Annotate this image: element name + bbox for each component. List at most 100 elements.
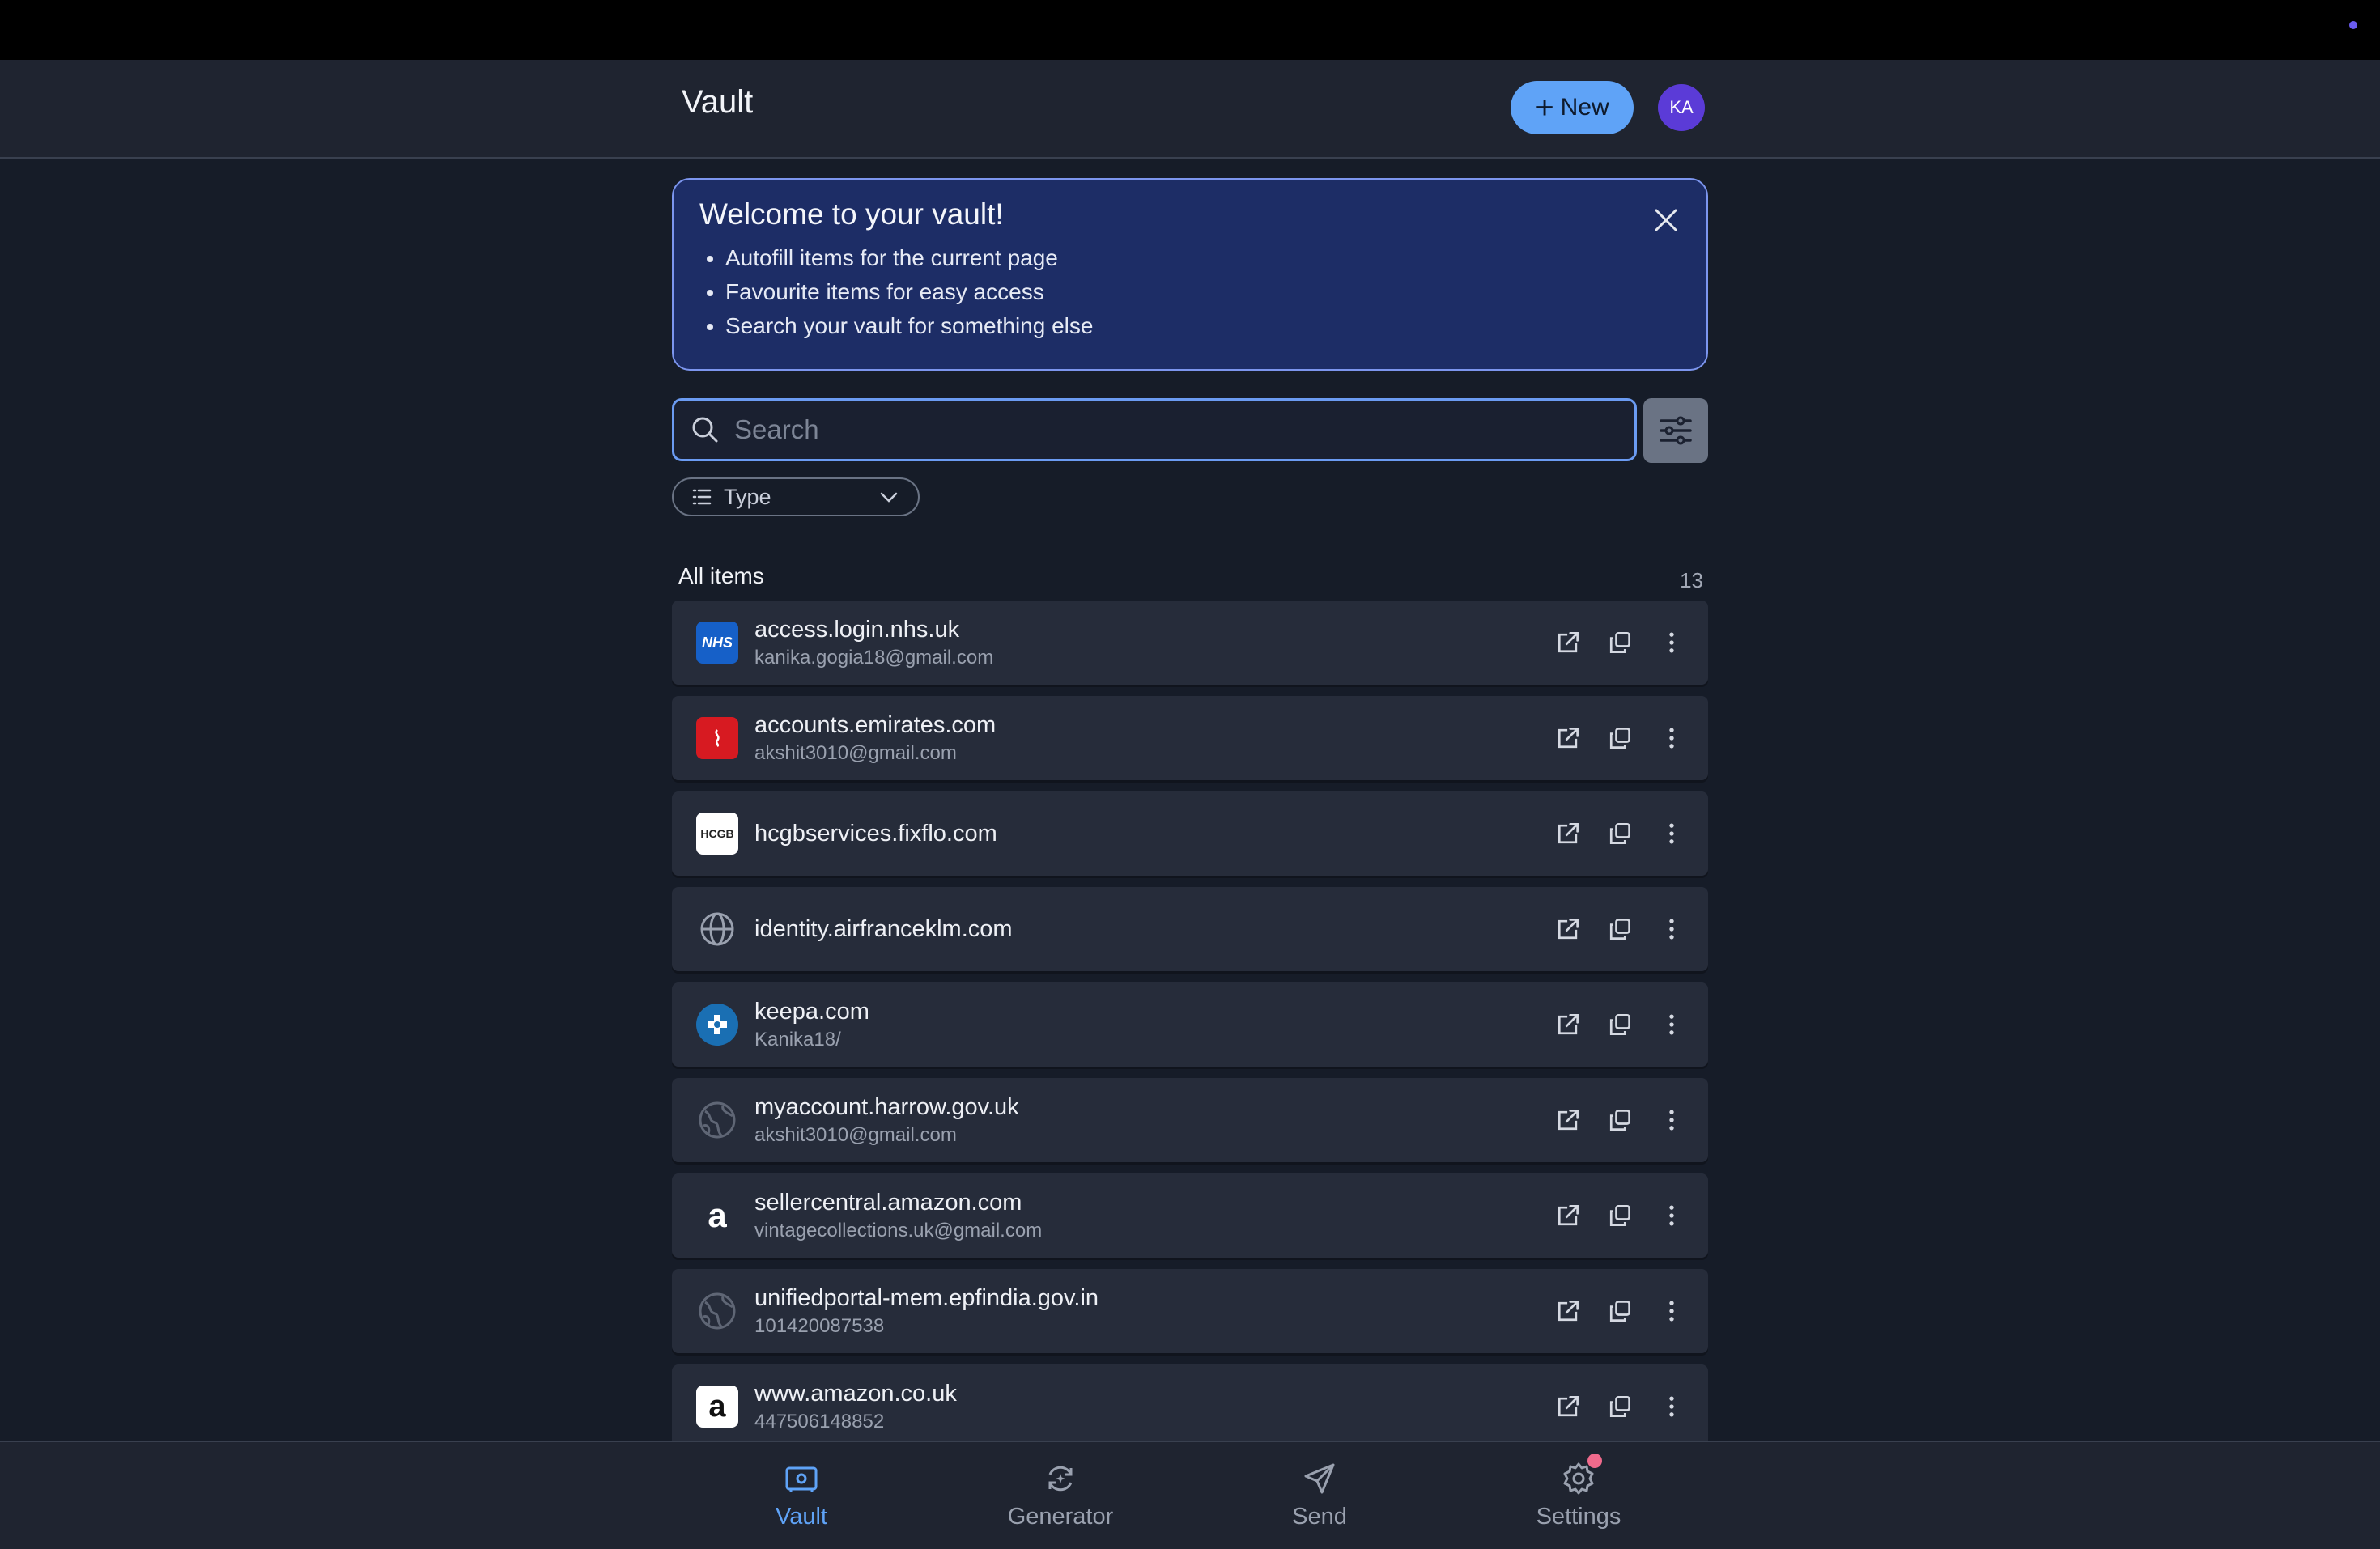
type-filter-label: Type [724, 484, 771, 509]
list-header: All items 13 [678, 563, 1703, 593]
copy-icon[interactable] [1604, 1296, 1635, 1326]
vault-item-row[interactable]: identity.airfranceklm.com [672, 887, 1708, 971]
hcgb-logo-icon: HCGB [696, 813, 738, 855]
more-options-icon[interactable] [1656, 1391, 1687, 1422]
vault-item-text: sellercentral.amazon.com vintagecollectio… [754, 1187, 1042, 1244]
vault-item-username: vintagecollections.uk@gmail.com [754, 1220, 1043, 1241]
open-link-icon[interactable] [1553, 1009, 1583, 1040]
more-options-icon[interactable] [1656, 1105, 1687, 1135]
tab-settings-label: Settings [1536, 1504, 1621, 1530]
vault-item-row[interactable]: myaccount.harrow.gov.uk akshit3010@gmail.… [672, 1078, 1708, 1162]
vault-item-row[interactable]: a www.amazon.co.uk 447506148852 [672, 1364, 1708, 1449]
plus-icon: + [1535, 90, 1554, 125]
more-options-icon[interactable] [1656, 627, 1687, 658]
vault-item-row[interactable]: unifiedportal-mem.epfindia.gov.in 1014200… [672, 1269, 1708, 1353]
vault-item-row[interactable]: a sellercentral.amazon.com vintagecollecti… [672, 1173, 1708, 1258]
vault-item-actions [1553, 1009, 1687, 1040]
vault-item-name: identity.airfranceklm.com [754, 916, 1013, 942]
globe-placeholder-icon [696, 1099, 738, 1141]
vault-item-text: myaccount.harrow.gov.uk akshit3010@gmail.… [754, 1092, 1019, 1148]
vault-item-actions [1553, 1391, 1687, 1422]
open-link-icon[interactable] [1553, 723, 1583, 753]
vault-item-name: hcgbservices.fixflo.com [754, 821, 997, 847]
vault-item-name: accounts.emirates.com [754, 712, 997, 738]
tab-send[interactable]: Send [1230, 1458, 1409, 1530]
amazon-logo-icon: a [708, 1196, 727, 1234]
more-options-icon[interactable] [1656, 818, 1687, 849]
globe-placeholder-icon [696, 1290, 738, 1332]
vault-item-username: 101420087538 [754, 1315, 885, 1337]
type-filter-dropdown[interactable]: Type [672, 477, 920, 516]
vault-item-actions [1553, 627, 1687, 658]
vault-item-row[interactable]: accounts.emirates.com akshit3010@gmail.co… [672, 696, 1708, 780]
system-top-bar [0, 0, 2380, 60]
search-input[interactable] [733, 414, 1634, 446]
vault-item-text: www.amazon.co.uk 447506148852 [754, 1378, 957, 1435]
more-options-icon[interactable] [1656, 1009, 1687, 1040]
item-count: 13 [1680, 568, 1703, 592]
open-link-icon[interactable] [1553, 1105, 1583, 1135]
vault-item-name: sellercentral.amazon.com [754, 1190, 1022, 1216]
search-box [672, 398, 1637, 461]
vault-item-username: Kanika18/ [754, 1029, 841, 1050]
welcome-banner: Welcome to your vault! Autofill items fo… [672, 178, 1708, 371]
copy-icon[interactable] [1604, 818, 1635, 849]
vault-item-actions [1553, 1105, 1687, 1135]
chevron-down-icon [880, 492, 898, 503]
more-options-icon[interactable] [1656, 1296, 1687, 1326]
more-options-icon[interactable] [1656, 1200, 1687, 1231]
tab-vault[interactable]: Vault [712, 1458, 890, 1530]
copy-icon[interactable] [1604, 1200, 1635, 1231]
list-label: All items [678, 563, 764, 588]
more-options-icon[interactable] [1656, 914, 1687, 944]
new-item-button[interactable]: + New [1511, 81, 1634, 134]
open-link-icon[interactable] [1553, 914, 1583, 944]
tab-settings[interactable]: Settings [1490, 1454, 1668, 1530]
welcome-title: Welcome to your vault! [699, 197, 1004, 231]
status-dot [2349, 21, 2357, 29]
vault-item-row[interactable]: keepa.com Kanika18/ [672, 982, 1708, 1067]
globe-icon [696, 908, 738, 950]
avatar[interactable]: KA [1658, 84, 1705, 131]
copy-icon[interactable] [1604, 1105, 1635, 1135]
vault-item-name: keepa.com [754, 999, 869, 1025]
vault-item-row[interactable]: NHS access.login.nhs.uk kanika.gogia18@gma… [672, 601, 1708, 685]
more-options-icon[interactable] [1656, 723, 1687, 753]
settings-icon-wrap [1558, 1454, 1602, 1499]
amazon-logo-icon: a [696, 1386, 738, 1428]
refresh-icon [1048, 1466, 1073, 1492]
vault-item-name: access.login.nhs.uk [754, 617, 960, 643]
filter-settings-button[interactable] [1643, 398, 1708, 463]
vault-item-name: myaccount.harrow.gov.uk [754, 1094, 1019, 1120]
open-link-icon[interactable] [1553, 1296, 1583, 1326]
close-icon[interactable] [1650, 204, 1682, 236]
welcome-bullet: Search your vault for something else [725, 309, 1681, 343]
copy-icon[interactable] [1604, 914, 1635, 944]
open-link-icon[interactable] [1553, 627, 1583, 658]
open-link-icon[interactable] [1553, 1200, 1583, 1231]
sliders-icon [1660, 416, 1692, 445]
bottom-nav: Vault Generator Send Settings [0, 1441, 2380, 1549]
welcome-bullet: Favourite items for easy access [725, 275, 1681, 309]
open-link-icon[interactable] [1553, 818, 1583, 849]
copy-icon[interactable] [1604, 627, 1635, 658]
vault-item-text: accounts.emirates.com akshit3010@gmail.co… [754, 710, 996, 766]
tab-generator-label: Generator [1007, 1504, 1114, 1530]
open-link-icon[interactable] [1553, 1391, 1583, 1422]
vault-item-row[interactable]: HCGB hcgbservices.fixflo.com [672, 791, 1708, 876]
welcome-list: Autofill items for the current page Favo… [699, 241, 1681, 343]
emirates-logo-icon [696, 717, 738, 759]
vault-item-actions [1553, 1296, 1687, 1326]
copy-icon[interactable] [1604, 1009, 1635, 1040]
copy-icon[interactable] [1604, 723, 1635, 753]
vault-item-name: unifiedportal-mem.epfindia.gov.in [754, 1285, 1099, 1311]
nhs-logo-icon: NHS [696, 622, 738, 664]
vault-item-username: akshit3010@gmail.com [754, 742, 957, 764]
tab-generator[interactable]: Generator [971, 1458, 1150, 1530]
vault-item-username: akshit3010@gmail.com [754, 1124, 957, 1146]
vault-item-username: 447506148852 [754, 1411, 885, 1432]
vault-item-actions [1553, 818, 1687, 849]
header: Vault + New KA [0, 60, 2380, 159]
copy-icon[interactable] [1604, 1391, 1635, 1422]
vault-item-text: unifiedportal-mem.epfindia.gov.in 1014200… [754, 1283, 1099, 1339]
